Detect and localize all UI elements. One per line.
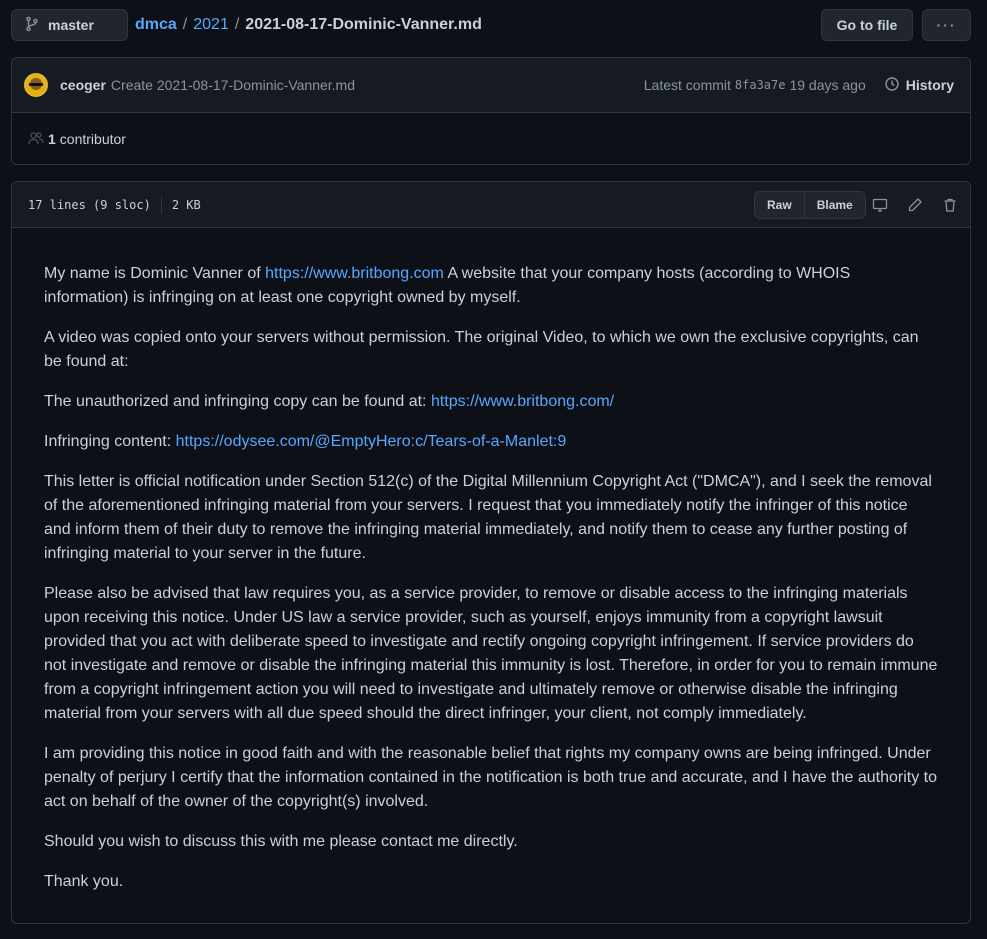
kebab-horizontal-icon: ··· bbox=[936, 17, 957, 33]
paragraph: This letter is official notification und… bbox=[44, 473, 932, 562]
commit-meta: Latest commit 8fa3a7e 19 days ago Histor… bbox=[644, 76, 954, 95]
paragraph: The unauthorized and infringing copy can… bbox=[44, 390, 938, 414]
commit-message-link[interactable]: Create 2021-08-17-Dominic-Vanner.md bbox=[111, 77, 355, 93]
file-view: 17 lines (9 sloc) 2 KB Raw Blame My name… bbox=[11, 181, 971, 924]
paragraph: I am providing this notice in good faith… bbox=[44, 745, 937, 810]
desktop-icon[interactable] bbox=[870, 195, 889, 214]
commit-time: 19 days ago bbox=[789, 77, 866, 93]
more-options-button[interactable]: ··· bbox=[922, 9, 971, 41]
commit-row: ceoger Create 2021-08-17-Dominic-Vanner.… bbox=[12, 58, 970, 113]
infringing-copy-link[interactable]: https://www.britbong.com/ bbox=[431, 393, 614, 410]
go-to-file-button[interactable]: Go to file bbox=[821, 9, 913, 41]
file-header: 17 lines (9 sloc) 2 KB Raw Blame bbox=[12, 182, 970, 228]
infringing-content-link[interactable]: https://odysee.com/@EmptyHero:c/Tears-of… bbox=[176, 433, 567, 450]
commit-sha-link[interactable]: 8fa3a7e bbox=[735, 78, 786, 92]
breadcrumb-filename: 2021-08-17-Dominic-Vanner.md bbox=[245, 16, 482, 33]
pencil-icon[interactable] bbox=[905, 195, 924, 214]
breadcrumb-repo-link[interactable]: dmca bbox=[135, 16, 177, 34]
contributors-label: contributor bbox=[59, 131, 126, 147]
latest-commit-box: ceoger Create 2021-08-17-Dominic-Vanner.… bbox=[11, 57, 971, 165]
people-icon bbox=[28, 130, 44, 149]
paragraph-text: The unauthorized and infringing copy can… bbox=[44, 393, 431, 410]
blame-button[interactable]: Blame bbox=[803, 192, 865, 218]
raw-button[interactable]: Raw bbox=[755, 192, 804, 218]
paragraph-text: Infringing content: bbox=[44, 433, 176, 450]
file-navigation: master dmca / 2021 / 2021-08-17-Dominic-… bbox=[11, 9, 971, 41]
history-icon bbox=[884, 76, 900, 95]
breadcrumb-folder-link[interactable]: 2021 bbox=[193, 16, 229, 34]
paragraph-text: My name is Dominic Vanner of bbox=[44, 265, 266, 282]
paragraph: Thank you. bbox=[44, 873, 124, 890]
paragraph: Should you wish to discuss this with me … bbox=[44, 833, 518, 850]
file-lines: 17 lines (9 sloc) bbox=[28, 197, 151, 212]
branch-selector-button[interactable]: master bbox=[11, 9, 128, 41]
latest-commit-label: Latest commit bbox=[643, 77, 731, 93]
file-actions bbox=[870, 195, 959, 214]
britbong-link[interactable]: https://www.britbong.com bbox=[265, 265, 444, 282]
breadcrumb-separator: / bbox=[182, 16, 188, 33]
git-branch-icon bbox=[24, 16, 40, 35]
file-info: 17 lines (9 sloc) 2 KB bbox=[28, 195, 201, 214]
breadcrumb: dmca / 2021 / 2021-08-17-Dominic-Vanner.… bbox=[135, 9, 482, 41]
paragraph: My name is Dominic Vanner of https://www… bbox=[44, 262, 938, 310]
paragraph: A video was copied onto your servers wit… bbox=[44, 329, 919, 370]
breadcrumb-separator: / bbox=[234, 16, 240, 33]
paragraph: Infringing content: https://odysee.com/@… bbox=[44, 430, 938, 454]
chevron-down-icon bbox=[107, 17, 115, 33]
contributors-count: 1 bbox=[48, 131, 56, 147]
history-button[interactable]: History bbox=[884, 76, 954, 95]
file-size: 2 KB bbox=[171, 197, 201, 212]
avatar[interactable] bbox=[24, 73, 48, 97]
markdown-body: My name is Dominic Vanner of https://www… bbox=[12, 228, 970, 894]
contributors-row[interactable]: 1 contributor bbox=[12, 113, 970, 164]
paragraph: Please also be advised that law requires… bbox=[44, 585, 938, 722]
divider bbox=[160, 195, 162, 214]
branch-name: master bbox=[48, 17, 94, 33]
trash-icon[interactable] bbox=[940, 195, 959, 214]
file-view-button-group: Raw Blame bbox=[754, 191, 866, 219]
history-label: History bbox=[905, 77, 954, 93]
commit-author-link[interactable]: ceoger bbox=[60, 77, 106, 93]
